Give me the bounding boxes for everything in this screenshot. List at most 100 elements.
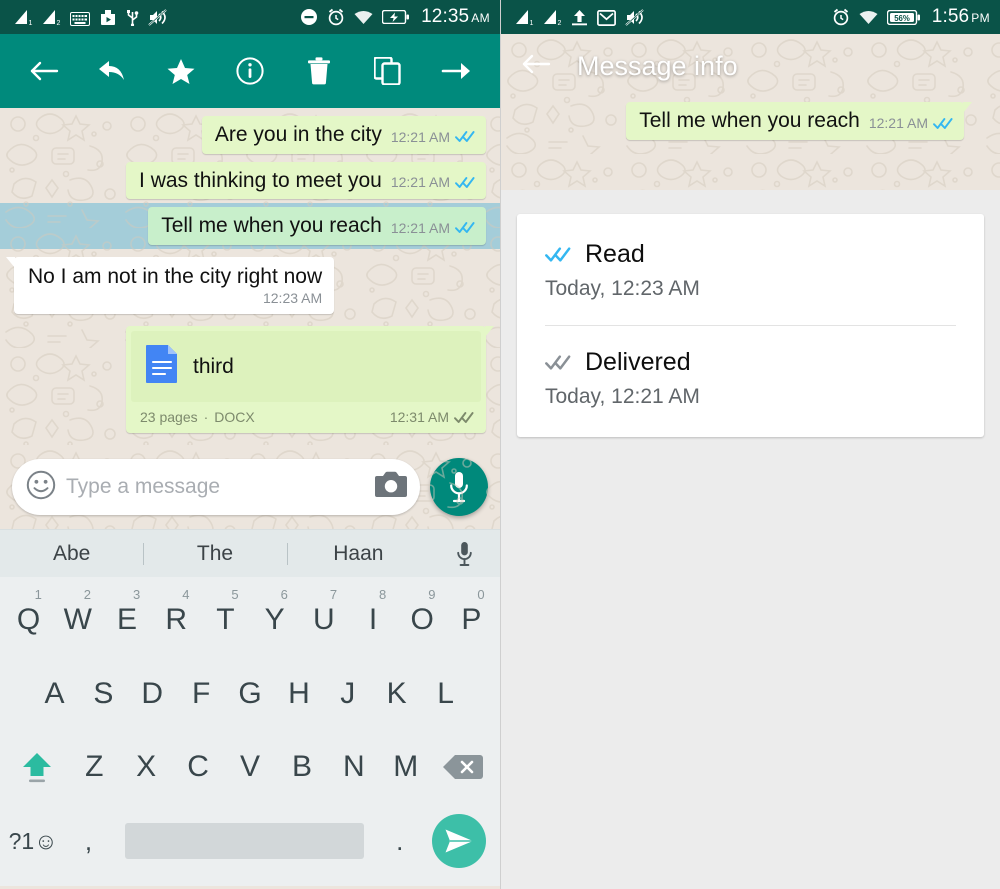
info-item-delivered: Delivered Today, 12:21 AM <box>517 326 984 433</box>
key-k[interactable]: K <box>372 657 421 731</box>
key-v[interactable]: V <box>224 731 276 805</box>
key-x[interactable]: X <box>120 731 172 805</box>
chat-bubble-outgoing[interactable]: I was thinking to meet you 12:21 AM <box>126 161 486 200</box>
voice-record-button[interactable] <box>430 458 488 516</box>
send-button[interactable] <box>432 814 487 869</box>
key-r[interactable]: 4R <box>152 583 201 657</box>
symbols-key[interactable]: ?1☺ <box>4 804 62 878</box>
message-meta: 12:21 AM <box>869 115 953 133</box>
bubble-tail <box>6 256 15 268</box>
read-receipt-read-icon <box>455 221 475 234</box>
message-input-field[interactable]: Type a message <box>12 459 420 515</box>
key-z[interactable]: Z <box>68 731 120 805</box>
message-row-selected[interactable]: Tell me when you reach 12:21 AM <box>0 203 500 249</box>
keyboard-row-2: A S D F G H J K L <box>4 657 496 731</box>
key-d[interactable]: D <box>128 657 177 731</box>
info-item-timestamp: Today, 12:21 AM <box>545 385 700 408</box>
key-w[interactable]: 2W <box>53 583 102 657</box>
suggestion-word[interactable]: Haan <box>287 542 430 566</box>
backspace-key[interactable] <box>432 731 494 805</box>
wifi-icon <box>354 10 373 25</box>
info-item-timestamp: Today, 12:23 AM <box>545 277 700 300</box>
keyboard-row-4: ?1☺ , . <box>4 804 496 878</box>
key-j[interactable]: J <box>323 657 372 731</box>
dual-screenshot: 1 2 12:35 AM Are you in the city 12:21 A… <box>0 0 1000 889</box>
key-e[interactable]: 3E <box>102 583 151 657</box>
key-u[interactable]: 7U <box>299 583 348 657</box>
message-meta: 12:21 AM <box>391 174 475 192</box>
key-p[interactable]: 0P <box>447 583 496 657</box>
shift-key[interactable] <box>6 731 68 805</box>
message-time: 12:21 AM <box>390 219 450 236</box>
voice-input-button[interactable] <box>430 541 500 567</box>
key-n[interactable]: N <box>328 731 380 805</box>
right-status-clock: 1:56 PM <box>931 6 990 27</box>
space-key[interactable] <box>124 823 364 860</box>
chat-message-list[interactable]: Are you in the city 12:21 AM I was think… <box>0 108 500 445</box>
svg-text:2: 2 <box>57 20 61 26</box>
right-status-bar: 1 2 56% 1:56 PM <box>501 0 1000 34</box>
read-receipt-read-icon <box>455 176 475 189</box>
star-button[interactable] <box>155 45 207 97</box>
chat-bubble-outgoing[interactable]: Are you in the city 12:21 AM <box>201 116 486 154</box>
read-receipt-delivered-icon <box>545 354 571 371</box>
document-filetype: DOCX <box>214 409 255 426</box>
message-time: 12:21 AM <box>868 115 928 131</box>
key-o[interactable]: 9O <box>398 583 447 657</box>
chat-bubble-incoming[interactable]: No I am not in the city right now 12:23 … <box>6 256 335 315</box>
key-number: 6 <box>280 587 288 602</box>
shift-icon <box>23 753 52 783</box>
reply-button[interactable] <box>87 45 139 97</box>
suggestion-word[interactable]: The <box>143 542 286 566</box>
period-key[interactable]: . <box>374 804 426 878</box>
back-button[interactable] <box>18 45 70 97</box>
message-text: I was thinking to meet you <box>139 168 382 192</box>
key-f[interactable]: F <box>177 657 226 731</box>
key-t[interactable]: 5T <box>201 583 250 657</box>
copy-button[interactable] <box>361 45 413 97</box>
info-item-label: Read <box>585 240 645 268</box>
chat-bubble-outgoing-selected[interactable]: Tell me when you reach 12:21 AM <box>148 207 486 245</box>
info-button[interactable] <box>224 45 276 97</box>
message-row[interactable]: Are you in the city 12:21 AM <box>0 112 500 158</box>
message-row[interactable]: No I am not in the city right now 12:23 … <box>0 249 500 319</box>
message-row-document[interactable]: third 23 pages · DOCX 12:31 AM <box>0 318 500 437</box>
key-g[interactable]: G <box>226 657 275 731</box>
key-b[interactable]: B <box>276 731 328 805</box>
on-screen-keyboard[interactable]: 1Q 2W 3E 4R 5T 6Y 7U 8I 9O 0P A S D F G … <box>0 577 500 886</box>
key-label: T <box>216 602 235 636</box>
key-label: O <box>410 602 434 636</box>
document-preview[interactable]: third <box>131 331 481 403</box>
document-icon <box>145 344 179 389</box>
back-button[interactable] <box>521 52 551 81</box>
left-panel-chat: 1 2 12:35 AM Are you in the city 12:21 A… <box>0 0 500 889</box>
key-i[interactable]: 8I <box>348 583 397 657</box>
chat-bubble-document[interactable]: third 23 pages · DOCX 12:31 AM <box>126 326 494 434</box>
keyboard-suggestion-strip: Abe The Haan <box>0 529 500 577</box>
key-m[interactable]: M <box>380 731 432 805</box>
key-number: 9 <box>428 587 436 602</box>
backspace-icon <box>442 755 483 780</box>
suggestion-word[interactable]: Abe <box>0 542 143 566</box>
key-a[interactable]: A <box>30 657 79 731</box>
camera-icon[interactable] <box>374 471 408 504</box>
key-h[interactable]: H <box>274 657 323 731</box>
delete-button[interactable] <box>293 45 345 97</box>
forward-button[interactable] <box>430 45 482 97</box>
svg-text:2: 2 <box>558 20 562 26</box>
comma-key[interactable]: , <box>62 804 114 878</box>
key-s[interactable]: S <box>79 657 128 731</box>
message-row[interactable]: Tell me when you reach 12:21 AM <box>501 102 1000 140</box>
key-y[interactable]: 6Y <box>250 583 299 657</box>
key-c[interactable]: C <box>172 731 224 805</box>
message-info-body: Read Today, 12:23 AM Delivered Today, 12… <box>501 190 1000 889</box>
volume-muted-icon <box>625 8 644 26</box>
alarm-icon <box>832 8 850 26</box>
message-row[interactable]: I was thinking to meet you 12:21 AM <box>0 158 500 204</box>
key-l[interactable]: L <box>421 657 470 731</box>
do-not-disturb-icon <box>300 8 318 26</box>
key-label: I <box>368 602 378 636</box>
emoji-icon[interactable] <box>26 470 56 505</box>
key-q[interactable]: 1Q <box>4 583 53 657</box>
chat-bubble-outgoing[interactable]: Tell me when you reach 12:21 AM <box>626 102 972 140</box>
